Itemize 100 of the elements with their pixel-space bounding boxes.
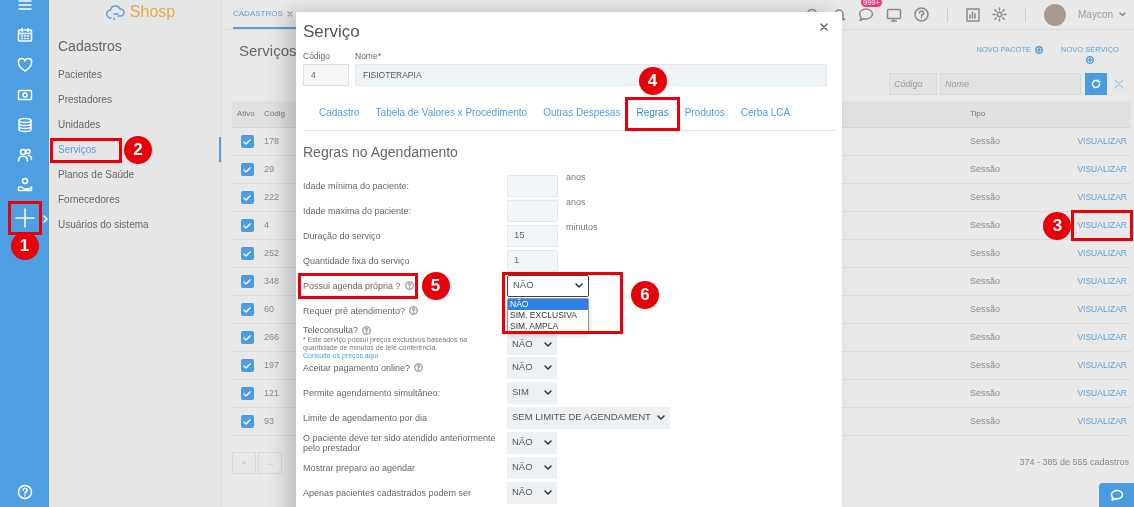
- tab[interactable]: Cerba LCA: [733, 101, 798, 123]
- table-cell: 121: [264, 387, 280, 398]
- select-field[interactable]: SIM: [507, 381, 557, 404]
- field-label: Possui agenda própria ?: [303, 280, 401, 291]
- page-tab[interactable]: CADASTROS: [233, 7, 283, 20]
- add-icon[interactable]: [13, 207, 36, 229]
- chevron-icon[interactable]: [43, 215, 48, 223]
- dropdown-option[interactable]: SIM, AMPLA: [508, 320, 588, 332]
- chevron-down-icon: [575, 283, 583, 288]
- help-icon[interactable]: [414, 363, 424, 372]
- dropdown-option[interactable]: SIM, EXCLUSIVA: [508, 309, 588, 321]
- nav-item[interactable]: Serviços 2: [49, 137, 221, 162]
- select-field[interactable]: SEM LIMITE DE AGENDAMENT: [507, 406, 670, 429]
- checkbox[interactable]: [240, 303, 254, 316]
- hand-icon[interactable]: [16, 177, 33, 193]
- checkbox[interactable]: [240, 331, 254, 344]
- view-link[interactable]: VISUALIZAR: [1077, 135, 1127, 148]
- pagination-button[interactable]: ...: [258, 452, 282, 474]
- select-field[interactable]: NÃO: [507, 481, 557, 504]
- calendar-icon[interactable]: [16, 27, 33, 43]
- database-icon[interactable]: [16, 117, 33, 133]
- help-icon[interactable]: [404, 281, 414, 290]
- bar-chart-icon[interactable]: [966, 7, 980, 22]
- table-cell: 178: [264, 135, 280, 146]
- user-name[interactable]: Maycon: [1078, 7, 1113, 22]
- nav-item[interactable]: Fornecedores: [49, 187, 221, 212]
- field-label: Aceitar pagamento online?: [303, 362, 411, 373]
- chat-icon: [1109, 489, 1124, 501]
- view-link[interactable]: VISUALIZAR: [1077, 387, 1127, 400]
- checkbox[interactable]: [240, 247, 254, 260]
- tab[interactable]: Tabela de Valores x Procedimento: [368, 101, 535, 123]
- people-icon[interactable]: [16, 147, 33, 163]
- unit-label: minutos: [566, 220, 598, 234]
- help-icon[interactable]: [362, 325, 372, 335]
- filter-field[interactable]: Código: [889, 73, 937, 95]
- tab[interactable]: Outras Despesas: [536, 101, 628, 123]
- table-cell: Sessão: [970, 303, 1001, 314]
- dropdown-option[interactable]: NÃO: [508, 298, 588, 310]
- column-header: Tipo: [970, 109, 986, 118]
- step-number-badge: 5: [421, 271, 450, 300]
- monitor-icon[interactable]: [886, 7, 902, 22]
- chat-icon[interactable]: [858, 7, 874, 22]
- heart-icon[interactable]: [16, 57, 33, 73]
- checkbox[interactable]: [240, 387, 254, 400]
- checkbox[interactable]: [240, 359, 254, 372]
- chevron-down-icon: [544, 490, 552, 495]
- nav-item[interactable]: Usuários do sistema: [49, 212, 221, 237]
- banknote-icon[interactable]: [16, 87, 33, 103]
- view-link[interactable]: VISUALIZAR: [1077, 191, 1127, 204]
- help-icon[interactable]: [409, 306, 419, 315]
- field-label: Idade mínima do paciente:: [303, 180, 410, 191]
- view-link[interactable]: VISUALIZAR: [1077, 275, 1127, 288]
- view-link[interactable]: VISUALIZAR: [1077, 303, 1127, 316]
- caret-icon[interactable]: [1119, 12, 1126, 17]
- filter-field[interactable]: Nome: [940, 73, 1081, 95]
- select-field[interactable]: NÃO: [507, 431, 557, 454]
- view-link[interactable]: VISUALIZAR: [1077, 331, 1127, 344]
- select-field[interactable]: NÃO: [507, 456, 557, 479]
- table-cell: Sessão: [970, 387, 1001, 398]
- table-cell: 93: [264, 415, 274, 426]
- highlight-box: [1071, 210, 1133, 241]
- chevron-down-icon: [656, 415, 665, 420]
- help-icon[interactable]: [914, 7, 929, 22]
- view-link[interactable]: VISUALIZAR: [1077, 163, 1127, 176]
- refresh-button[interactable]: [1085, 73, 1107, 95]
- view-link[interactable]: VISUALIZAR: [1077, 415, 1127, 428]
- input-field[interactable]: [507, 199, 558, 222]
- nav-item[interactable]: Unidades: [49, 112, 221, 137]
- select-field[interactable]: NÃO: [507, 333, 557, 355]
- select-field[interactable]: NÃO: [507, 274, 589, 297]
- nav-item[interactable]: Pacientes: [49, 62, 221, 87]
- menu-icon[interactable]: [17, 0, 32, 10]
- nav-item[interactable]: Planos de Saúde: [49, 162, 221, 187]
- pagination-button[interactable]: <: [232, 452, 256, 474]
- input-field[interactable]: 1: [507, 249, 558, 272]
- tab[interactable]: Cadastro: [312, 101, 367, 123]
- nav-title: Cadastros: [57, 36, 123, 56]
- nav-item[interactable]: Prestadores: [49, 87, 221, 112]
- settings-icon[interactable]: [992, 7, 1007, 22]
- checkbox[interactable]: [240, 135, 254, 148]
- checkbox[interactable]: [240, 219, 254, 232]
- tab[interactable]: Produtos: [677, 101, 732, 123]
- checkbox[interactable]: [240, 191, 254, 204]
- tab[interactable]: Regras: [629, 101, 676, 123]
- checkbox[interactable]: [240, 275, 254, 288]
- view-link[interactable]: VISUALIZAR: [1077, 359, 1127, 372]
- input-field[interactable]: 4: [303, 64, 349, 86]
- view-link[interactable]: VISUALIZAR: [1077, 219, 1127, 232]
- input-field[interactable]: [507, 174, 558, 197]
- select-field[interactable]: NÃO: [507, 356, 557, 379]
- close-icon[interactable]: [820, 23, 828, 31]
- chevron-down-icon: [544, 440, 552, 445]
- modal-title: Serviço: [303, 22, 360, 42]
- check-icon: [243, 222, 251, 229]
- view-link[interactable]: VISUALIZAR: [1077, 247, 1127, 260]
- cloud-logo-icon: [104, 4, 127, 20]
- checkbox[interactable]: [240, 415, 254, 428]
- checkbox[interactable]: [240, 163, 254, 176]
- input-field[interactable]: 15: [507, 224, 558, 247]
- chat-button[interactable]: [1099, 483, 1134, 507]
